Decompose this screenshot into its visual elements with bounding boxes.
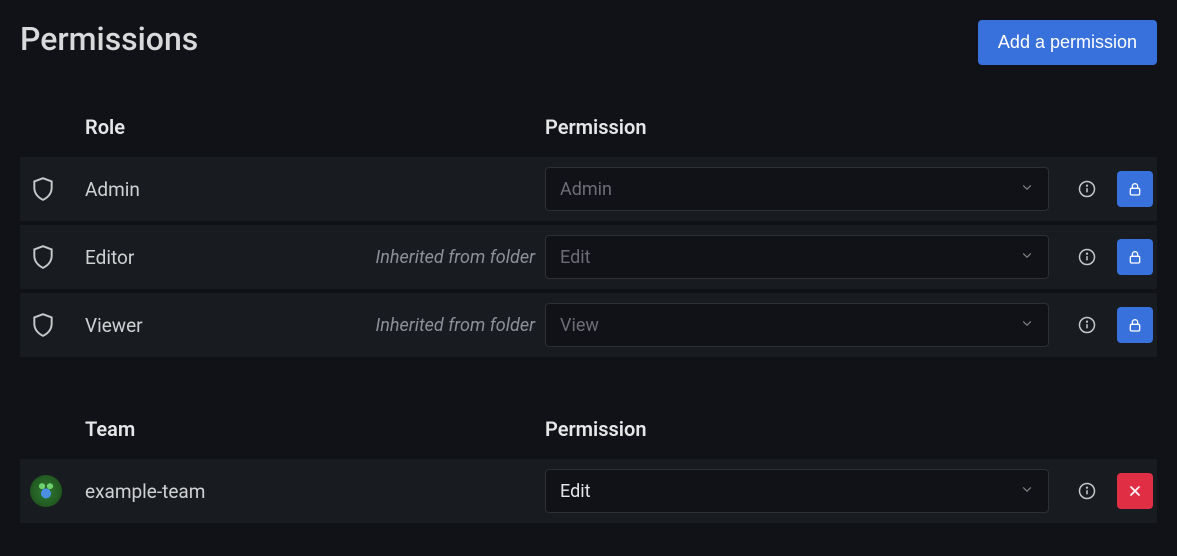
permission-column-header: Permission (545, 115, 1157, 139)
role-section-header: Role Permission (20, 115, 1157, 157)
team-avatar (20, 475, 85, 507)
team-permission-column-header: Permission (545, 417, 1157, 441)
shield-icon (20, 312, 85, 338)
permission-select[interactable]: Edit (545, 469, 1049, 513)
role-row: Admin Admin (20, 157, 1157, 221)
permission-select: View (545, 303, 1049, 347)
lock-icon (1117, 239, 1153, 275)
info-icon[interactable] (1069, 239, 1105, 275)
team-row: example-team Edit (20, 459, 1157, 523)
team-section-header: Team Permission (20, 417, 1157, 459)
permission-select: Edit (545, 235, 1049, 279)
shield-icon (20, 244, 85, 270)
permission-select: Admin (545, 167, 1049, 211)
role-column-header: Role (85, 115, 545, 139)
chevron-down-icon (1020, 315, 1034, 336)
page-title: Permissions (20, 20, 198, 58)
role-row: Viewer Inherited from folder View (20, 293, 1157, 357)
inherited-label: Inherited from folder (325, 247, 545, 268)
permission-select-value: Admin (560, 179, 612, 200)
page-header: Permissions Add a permission (20, 20, 1157, 65)
role-name: Viewer (85, 314, 325, 337)
role-name: Admin (85, 178, 325, 201)
add-permission-button[interactable]: Add a permission (978, 20, 1157, 65)
info-icon[interactable] (1069, 473, 1105, 509)
lock-icon (1117, 307, 1153, 343)
role-name: Editor (85, 246, 325, 269)
permission-select-value: View (560, 315, 599, 336)
chevron-down-icon (1020, 179, 1034, 200)
chevron-down-icon (1020, 481, 1034, 502)
permission-select-value: Edit (560, 247, 590, 268)
role-row: Editor Inherited from folder Edit (20, 225, 1157, 289)
remove-permission-button[interactable] (1117, 473, 1153, 509)
team-column-header: Team (85, 417, 545, 441)
chevron-down-icon (1020, 247, 1034, 268)
info-icon[interactable] (1069, 307, 1105, 343)
permission-select-value: Edit (560, 481, 590, 502)
team-name: example-team (85, 480, 325, 503)
info-icon[interactable] (1069, 171, 1105, 207)
inherited-label: Inherited from folder (325, 315, 545, 336)
shield-icon (20, 176, 85, 202)
lock-icon (1117, 171, 1153, 207)
